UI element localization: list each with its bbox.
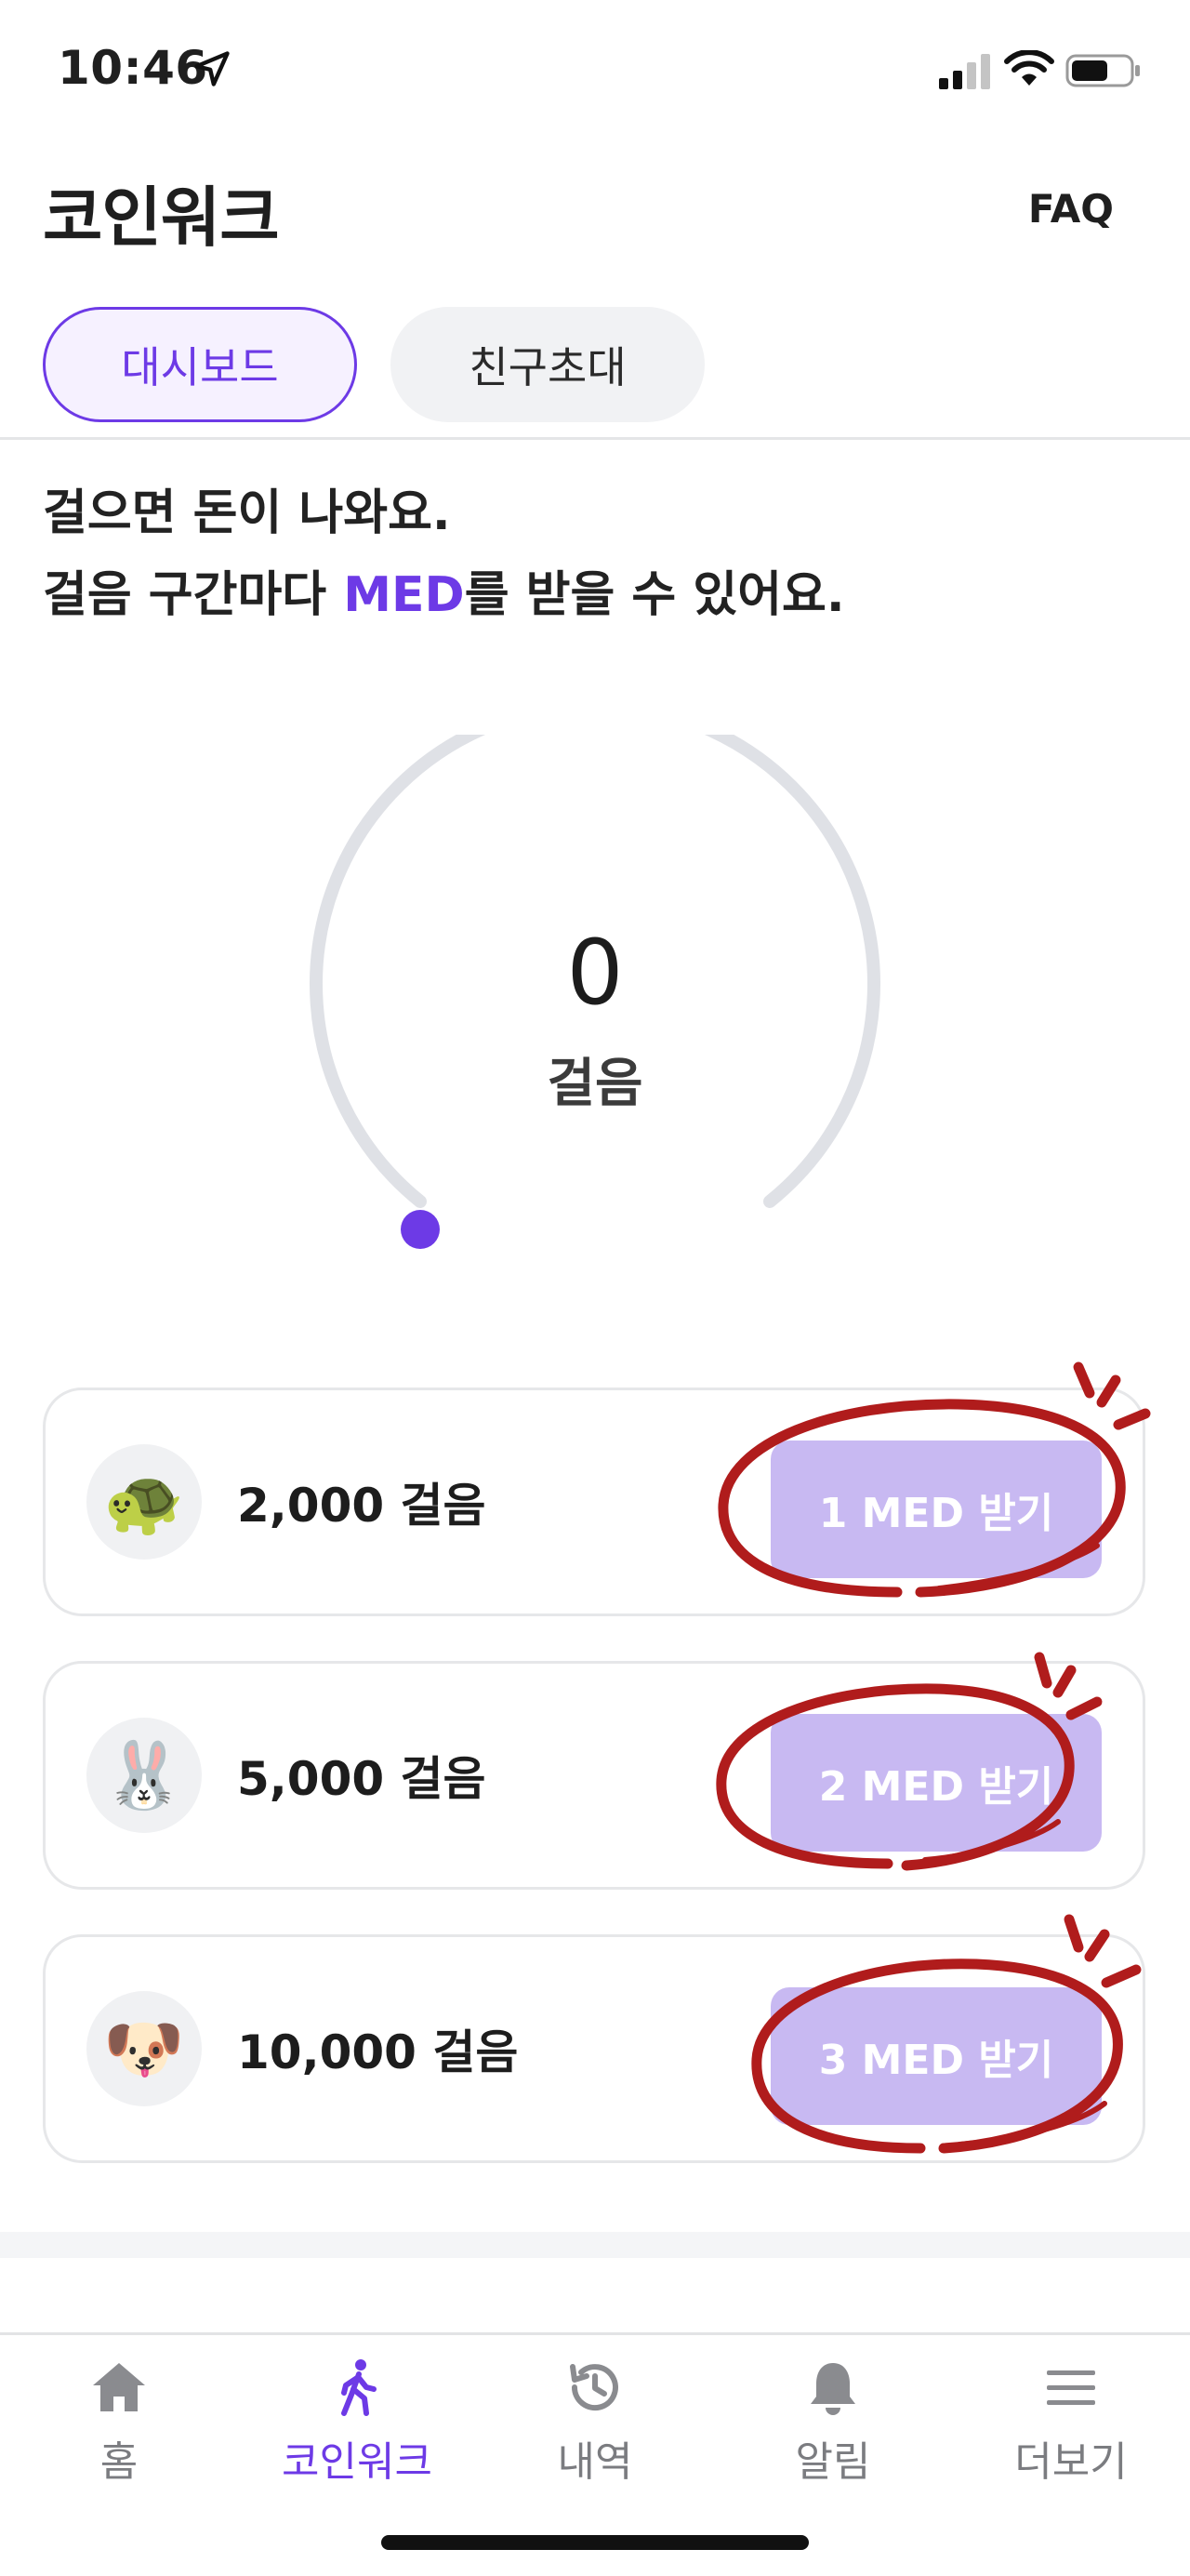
menu-icon (1047, 2370, 1095, 2405)
status-time: 10:46 (58, 41, 208, 95)
headline-line-2: 걸음 구간마다 MED를 받을 수 있어요. (43, 554, 845, 636)
nav-label: 더보기 (1014, 2438, 1128, 2486)
nav-label: 알림 (795, 2438, 871, 2486)
reward-card: 🐶 10,000 걸음 3 MED 받기 (43, 1934, 1145, 2163)
reward-steps-label: 10,000 걸음 (237, 2025, 519, 2079)
rabbit-icon: 🐰 (86, 1718, 202, 1833)
faq-link[interactable]: FAQ (1028, 186, 1114, 232)
history-icon (570, 2364, 618, 2411)
reward-steps-label: 2,000 걸음 (237, 1479, 486, 1533)
reward-steps-label: 5,000 걸음 (237, 1752, 486, 1806)
battery-icon (1065, 54, 1140, 87)
dog-icon: 🐶 (86, 1991, 202, 2106)
headline-line-2-prefix: 걸음 구간마다 (43, 567, 344, 623)
location-arrow-icon (194, 51, 230, 86)
step-unit: 걸음 (547, 1054, 643, 1114)
walking-icon (341, 2359, 377, 2416)
page-title: 코인워크 (43, 179, 280, 256)
nav-label: 코인워크 (282, 2438, 432, 2486)
claim-reward-button[interactable]: 2 MED 받기 (771, 1714, 1102, 1852)
reward-card: 🐰 5,000 걸음 2 MED 받기 (43, 1661, 1145, 1890)
nav-item-history[interactable]: 내역 (502, 2357, 688, 2488)
turtle-icon: 🐢 (86, 1444, 202, 1560)
tab-divider (0, 437, 1190, 440)
nav-item-home[interactable]: 홈 (26, 2357, 212, 2488)
step-count: 0 (566, 921, 624, 1025)
nav-item-more[interactable]: 더보기 (978, 2357, 1164, 2488)
nav-label: 홈 (99, 2438, 139, 2486)
home-indicator (381, 2535, 809, 2550)
wifi-icon (1004, 50, 1054, 86)
med-accent-text: MED (343, 567, 465, 623)
status-bar: 10:46 (0, 0, 1190, 139)
claim-reward-button[interactable]: 1 MED 받기 (771, 1441, 1102, 1578)
tab-dashboard[interactable]: 대시보드 (43, 307, 357, 422)
headline: 걸으면 돈이 나와요. 걸음 구간마다 MED를 받을 수 있어요. (43, 472, 845, 636)
headline-line-1: 걸으면 돈이 나와요. (43, 485, 451, 541)
nav-label: 내역 (557, 2438, 633, 2486)
cellular-signal-icon (939, 54, 990, 89)
section-divider (0, 2232, 1190, 2258)
nav-item-coinwalk[interactable]: 코인워크 (264, 2357, 450, 2488)
tab-invite-friends[interactable]: 친구초대 (390, 307, 705, 422)
nav-item-notifications[interactable]: 알림 (740, 2357, 926, 2488)
gauge-progress-dot (401, 1210, 440, 1249)
home-icon (93, 2363, 145, 2411)
claim-reward-button[interactable]: 3 MED 받기 (771, 1987, 1102, 2125)
bell-icon (811, 2363, 855, 2415)
reward-card: 🐢 2,000 걸음 1 MED 받기 (43, 1388, 1145, 1616)
headline-line-2-suffix: 를 받을 수 있어요. (464, 567, 845, 623)
